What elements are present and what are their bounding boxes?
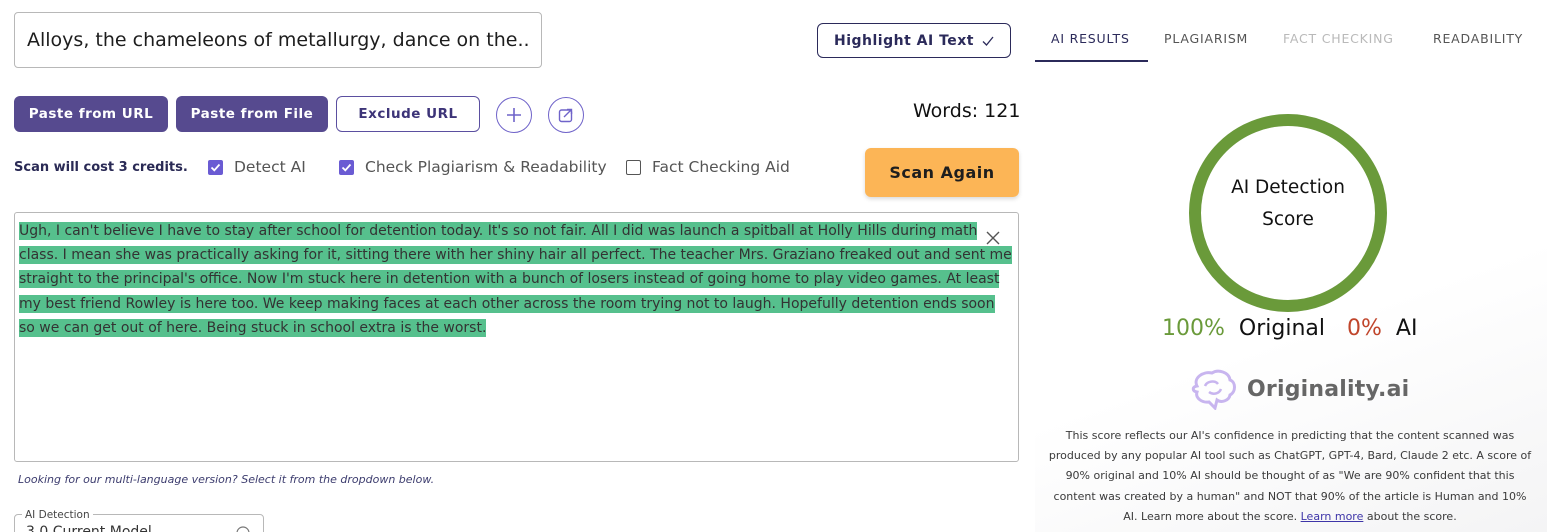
paste-from-file-button[interactable]: Paste from File [176, 96, 328, 132]
ai-percent: 0% [1347, 316, 1382, 341]
tab-fact-checking[interactable]: FACT CHECKING [1283, 31, 1394, 46]
tab-ai-results[interactable]: AI RESULTS [1051, 31, 1130, 46]
close-icon[interactable] [985, 230, 1001, 246]
add-button[interactable] [496, 97, 532, 133]
scan-again-button[interactable]: Scan Again [865, 148, 1019, 197]
check-icon [210, 163, 221, 172]
highlight-ai-text-button[interactable]: Highlight AI Text [817, 23, 1011, 58]
gauge-label: AI Detection Score [1187, 172, 1389, 236]
model-select-value: 3.0 Current Model [26, 524, 152, 532]
check-plagiarism-option[interactable]: Check Plagiarism & Readability [339, 158, 607, 176]
model-select-legend: AI Detection [22, 509, 93, 521]
detect-ai-checkbox[interactable] [208, 159, 223, 175]
original-percent: 100% [1162, 316, 1225, 341]
ai-label: AI [1395, 316, 1418, 341]
learn-more-link[interactable]: Learn more [1301, 510, 1364, 523]
exclude-url-button[interactable]: Exclude URL [336, 96, 480, 132]
check-icon [341, 163, 352, 172]
detect-ai-option[interactable]: Detect AI [208, 158, 306, 176]
paste-from-url-button[interactable]: Paste from URL [14, 96, 168, 132]
share-button[interactable] [548, 97, 584, 133]
check-plagiarism-label: Check Plagiarism & Readability [365, 158, 607, 176]
detect-ai-label: Detect AI [234, 158, 306, 176]
gauge-label-line2: Score [1262, 209, 1314, 230]
score-disclaimer: This score reflects our AI's confidence … [1045, 426, 1535, 527]
title-input[interactable] [14, 12, 542, 68]
fact-checking-checkbox[interactable] [626, 159, 641, 175]
plus-icon [507, 108, 521, 122]
multi-language-note: Looking for our multi-language version? … [18, 473, 435, 486]
check-icon [982, 36, 994, 46]
brand-name: Originality.ai [1247, 376, 1410, 402]
share-icon [558, 108, 573, 123]
original-label: Original [1238, 316, 1325, 341]
scan-cost-note: Scan will cost 3 credits. [14, 160, 188, 175]
content-editor[interactable]: Ugh, I can't believe I have to stay afte… [14, 212, 1019, 462]
disclaimer-tail: about the score. [1366, 509, 1457, 523]
word-count: Words: 121 [913, 100, 1021, 122]
originality-brand: Originality.ai [1187, 368, 1409, 410]
info-icon[interactable] [236, 526, 250, 532]
brain-logo-icon [1191, 369, 1236, 410]
active-tab-indicator [1035, 60, 1148, 62]
score-summary: 100% Original 0% AI [1162, 316, 1417, 341]
gauge-label-line1: AI Detection [1231, 177, 1345, 198]
disclaimer-text: This score reflects our AI's confidence … [1048, 429, 1532, 523]
check-plagiarism-checkbox[interactable] [339, 159, 354, 175]
results-tabs: AI RESULTS PLAGIARISM FACT CHECKING READ… [1035, 22, 1547, 62]
fact-checking-label: Fact Checking Aid [652, 158, 790, 176]
fact-checking-option[interactable]: Fact Checking Aid [626, 158, 790, 176]
tab-plagiarism[interactable]: PLAGIARISM [1164, 31, 1248, 46]
tab-readability[interactable]: READABILITY [1433, 31, 1523, 46]
highlight-ai-text-label: Highlight AI Text [834, 32, 974, 49]
highlighted-text: Ugh, I can't believe I have to stay afte… [19, 222, 1012, 337]
